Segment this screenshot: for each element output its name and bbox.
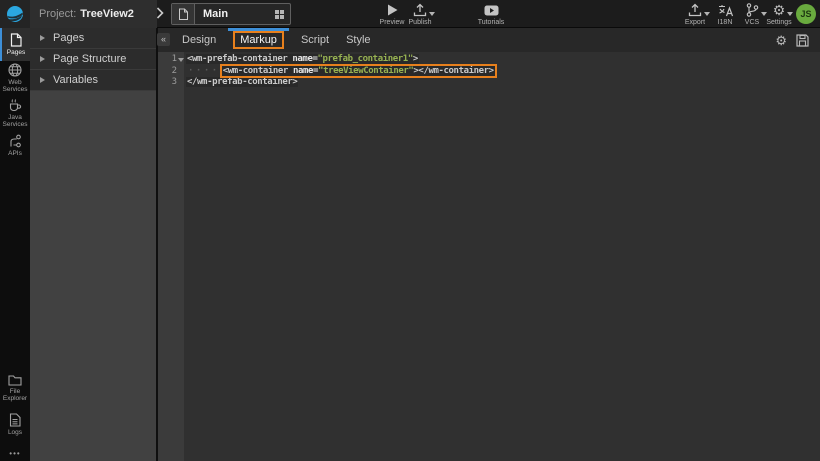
tutorials-button[interactable]: Tutorials bbox=[469, 3, 513, 26]
settings-button[interactable]: ⚙ Settings bbox=[757, 3, 801, 26]
wavemaker-studio: Project: TreeView2 Main Preview Publish bbox=[0, 0, 820, 461]
logs-document-icon bbox=[9, 413, 21, 427]
coffee-cup-icon bbox=[8, 98, 22, 112]
tab-label: Design bbox=[182, 34, 216, 46]
play-icon bbox=[387, 3, 398, 17]
breadcrumb-chevron-icon bbox=[156, 7, 164, 19]
pages-icon bbox=[10, 33, 22, 47]
settings-gear-icon: ⚙ bbox=[773, 3, 786, 17]
tab-label: Style bbox=[346, 34, 370, 46]
sidebar-item-web-services[interactable]: Web Services bbox=[0, 61, 30, 95]
pages-panel: Pages Page Structure Variables bbox=[30, 28, 156, 461]
panel-row-pages[interactable]: Pages bbox=[30, 28, 156, 49]
panel-row-label: Variables bbox=[53, 74, 98, 86]
panel-row-label: Page Structure bbox=[53, 53, 126, 65]
markup-settings-gear-icon[interactable]: ⚙ bbox=[775, 34, 787, 47]
tab-markup[interactable]: Markup bbox=[229, 28, 288, 52]
sidebar-item-pages[interactable]: Pages bbox=[0, 28, 30, 61]
page-file-icon bbox=[172, 4, 195, 24]
sidebar-item-label: Java Services bbox=[0, 114, 30, 128]
editor-tabbar: Design Markup Script Style ⚙ bbox=[158, 28, 820, 52]
sidebar-item-label: APIs bbox=[8, 150, 22, 157]
app-logo[interactable] bbox=[0, 0, 30, 28]
save-icon[interactable] bbox=[796, 34, 809, 47]
sidebar-more-button[interactable]: ••• bbox=[0, 449, 30, 458]
editor-tabs: Design Markup Script Style bbox=[178, 28, 375, 52]
tab-design[interactable]: Design bbox=[178, 28, 220, 52]
globe-icon bbox=[8, 63, 22, 77]
export-icon bbox=[688, 3, 702, 17]
settings-label: Settings bbox=[766, 19, 791, 26]
user-avatar[interactable]: JS bbox=[796, 4, 816, 24]
highlighted-code-line: <wm-container name="treeViewContainer"><… bbox=[222, 66, 495, 76]
sidebar-item-label: File Explorer bbox=[0, 388, 30, 402]
expand-caret-icon bbox=[40, 35, 45, 41]
project-info: Project: TreeView2 bbox=[30, 0, 157, 28]
editor-toolbar: ⚙ bbox=[775, 34, 809, 47]
tutorials-label: Tutorials bbox=[478, 19, 505, 26]
expand-caret-icon bbox=[40, 77, 45, 83]
page-tab-label: Main bbox=[195, 8, 228, 20]
topbar: Project: TreeView2 Main Preview Publish bbox=[0, 0, 820, 28]
code-lines[interactable]: <wm-prefab-container name="prefab_contai… bbox=[184, 52, 820, 461]
open-page-tab[interactable]: Main bbox=[171, 3, 291, 25]
markup-code-editor[interactable]: 1 2 3 <wm-prefab-container name="prefab_… bbox=[158, 52, 820, 461]
api-connector-icon bbox=[8, 134, 22, 148]
settings-caret-icon bbox=[787, 12, 793, 16]
panel-row-label: Pages bbox=[53, 32, 84, 44]
tutorials-video-icon bbox=[484, 3, 499, 17]
code-line-text: </wm-prefab-container> bbox=[186, 77, 298, 87]
line-number: 2 bbox=[158, 66, 184, 78]
code-line-text: <wm-prefab-container name="prefab_contai… bbox=[186, 54, 419, 64]
sidebar-item-file-explorer[interactable]: File Explorer bbox=[0, 371, 30, 404]
editor-gutter[interactable]: 1 2 3 bbox=[158, 52, 184, 461]
tab-script[interactable]: Script bbox=[297, 28, 333, 52]
sidebar-item-label: Web Services bbox=[0, 79, 30, 93]
publish-icon bbox=[413, 3, 427, 17]
tab-label: Script bbox=[301, 34, 329, 46]
indent-whitespace: ···· bbox=[186, 66, 222, 76]
page-switcher-grid-icon[interactable] bbox=[275, 10, 284, 19]
line-number: 3 bbox=[158, 77, 184, 89]
folder-icon bbox=[8, 374, 22, 386]
project-name: TreeView2 bbox=[80, 8, 134, 20]
panel-row-page-structure[interactable]: Page Structure bbox=[30, 49, 156, 70]
publish-label: Publish bbox=[409, 19, 432, 26]
project-label: Project: bbox=[39, 8, 76, 20]
fold-caret-icon[interactable] bbox=[178, 58, 184, 62]
sidebar-item-logs[interactable]: Logs bbox=[0, 409, 30, 440]
wavemaker-logo-icon bbox=[6, 5, 24, 23]
tab-style[interactable]: Style bbox=[342, 28, 374, 52]
expand-caret-icon bbox=[40, 56, 45, 62]
editor-area: Design Markup Script Style ⚙ bbox=[158, 28, 820, 461]
panel-row-variables[interactable]: Variables bbox=[30, 70, 156, 91]
tab-label: Markup bbox=[233, 31, 284, 49]
left-icon-sidebar: Pages Web Services Java Services APIs Fi… bbox=[0, 28, 30, 461]
sidebar-item-label: Pages bbox=[7, 49, 25, 56]
line-number: 1 bbox=[158, 54, 184, 66]
sidebar-item-label: Logs bbox=[8, 429, 22, 436]
sidebar-item-java-services[interactable]: Java Services bbox=[0, 95, 30, 130]
publish-caret-icon bbox=[429, 12, 435, 16]
collapse-panel-button[interactable]: « bbox=[157, 33, 170, 46]
sidebar-item-apis[interactable]: APIs bbox=[0, 130, 30, 161]
publish-button[interactable]: Publish bbox=[398, 3, 442, 26]
